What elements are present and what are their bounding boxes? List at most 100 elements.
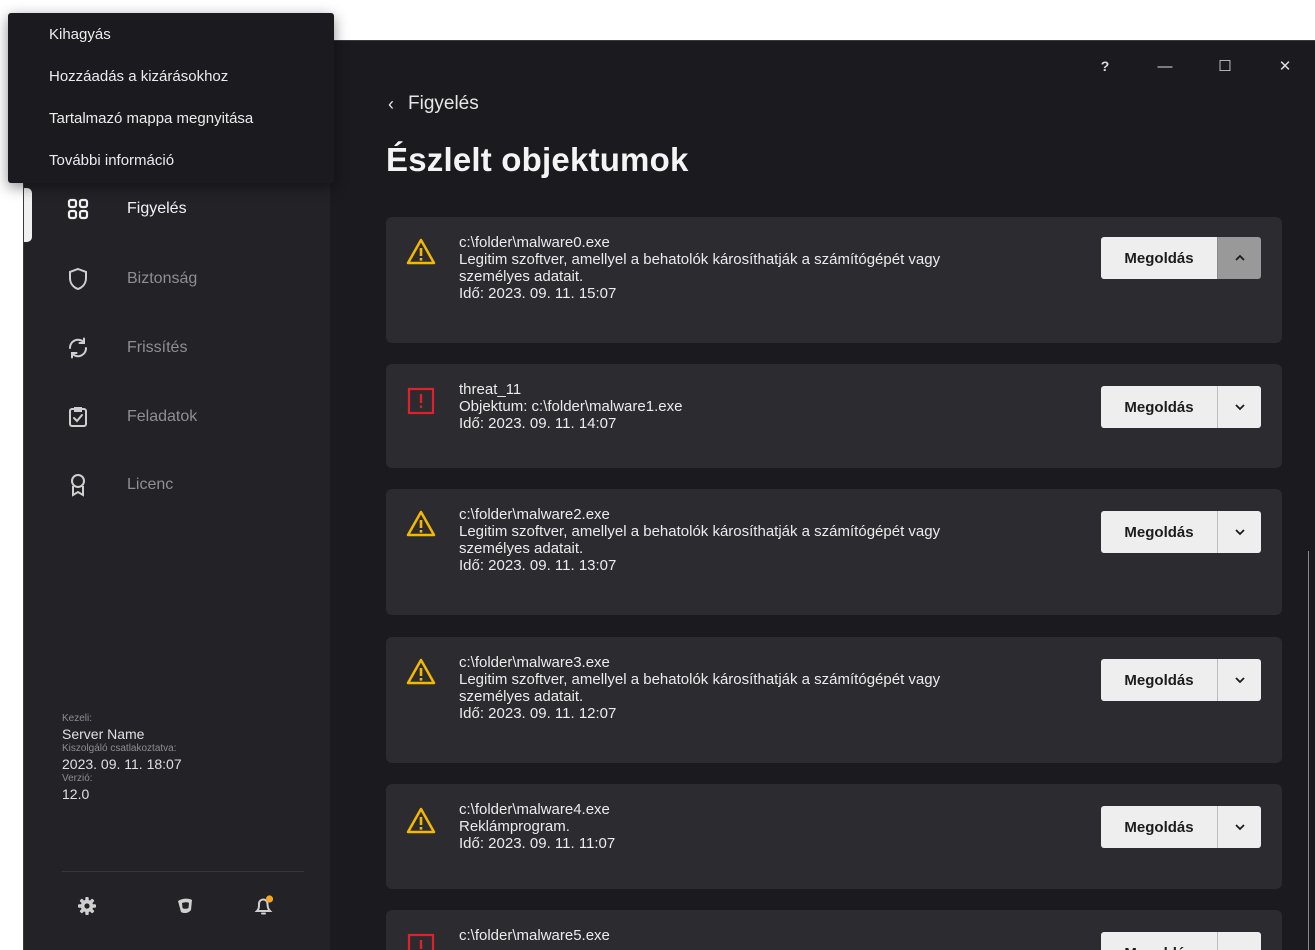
resolve-button[interactable]: Megoldás	[1101, 386, 1217, 428]
detection-card: c:\folder\malware4.exe Reklámprogram. Id…	[386, 784, 1282, 889]
notification-bell-icon[interactable]	[251, 893, 277, 919]
card-title: c:\folder\malware3.exe	[459, 654, 610, 671]
card-text: c:\folder\malware4.exe Reklámprogram. Id…	[459, 801, 1079, 852]
page-title: Észlelt objektumok	[386, 141, 689, 178]
card-text: c:\folder\malware0.exe Legitim szoftver,…	[459, 234, 1079, 302]
nav-label-feladatok: Feladatok	[127, 408, 198, 425]
resolve-button-group: Megoldás	[1101, 237, 1261, 279]
threat-icon	[406, 386, 436, 416]
warning-icon	[406, 509, 436, 539]
kaspersky-logo-icon[interactable]	[172, 893, 198, 919]
card-title: c:\folder\malware4.exe	[459, 801, 610, 818]
resolve-button-group: Megoldás	[1101, 659, 1261, 701]
connected-label: Kiszolgáló csatlakoztatva:	[62, 743, 177, 754]
back-label: Figyelés	[408, 93, 479, 114]
card-time: Idő: 2023. 09. 11. 15:07	[459, 285, 617, 302]
chevron-down-icon	[1234, 824, 1245, 831]
managed-by-label: Kezeli:	[62, 713, 93, 724]
resolve-menu-toggle[interactable]	[1217, 386, 1261, 428]
card-text: c:\folder\malware2.exe Legitim szoftver,…	[459, 506, 1079, 574]
nav-item-frissites[interactable]: Frissítés	[66, 328, 306, 368]
resolve-button-group: Megoldás	[1101, 806, 1261, 848]
card-text: c:\folder\malware3.exe Legitim szoftver,…	[459, 654, 1079, 722]
chevron-down-icon	[1234, 529, 1245, 536]
nav-label-licenc: Licenc	[127, 476, 174, 493]
detection-card: threat_11 Objektum: c:\folder\malware1.e…	[386, 364, 1282, 468]
detection-card: c:\folder\malware2.exe Legitim szoftver,…	[386, 489, 1282, 615]
card-text: c:\folder\malware5.exe	[459, 927, 1079, 944]
nav-item-figyeles[interactable]: Figyelés	[66, 189, 306, 229]
menu-item-open-containing-folder[interactable]: Tartalmazó mappa megnyitása	[8, 101, 334, 143]
minimize-button[interactable]: —	[1135, 51, 1195, 81]
maximize-button[interactable]: ☐	[1195, 51, 1255, 81]
version-label: Verzió:	[62, 773, 93, 784]
shield-icon	[66, 267, 90, 291]
server-info: Kezeli: Server Name Kiszolgáló csatlakoz…	[62, 713, 182, 803]
nav-label-figyeles: Figyelés	[127, 200, 187, 217]
card-line: személyes adatait.	[459, 688, 584, 705]
version-value: 12.0	[62, 786, 90, 802]
nav-label-biztonsag: Biztonság	[127, 270, 198, 287]
card-line: Legitim szoftver, amellyel a behatolók k…	[459, 251, 941, 268]
resolve-button[interactable]: Megoldás	[1101, 237, 1217, 279]
card-title: c:\folder\malware0.exe	[459, 234, 610, 251]
menu-item-skip[interactable]: Kihagyás	[8, 17, 334, 59]
card-line: személyes adatait.	[459, 540, 584, 557]
resolve-menu-toggle[interactable]	[1217, 511, 1261, 553]
managed-by-value: Server Name	[62, 726, 145, 742]
nav-item-licenc[interactable]: Licenc	[66, 465, 306, 505]
gear-icon[interactable]	[74, 893, 100, 919]
threat-icon	[406, 932, 436, 950]
nav-active-indicator	[24, 188, 32, 242]
close-button[interactable]: ✕	[1255, 51, 1315, 81]
help-button[interactable]: ?	[1075, 51, 1135, 81]
menu-item-add-to-exclusions[interactable]: Hozzáadás a kizárásokhoz	[8, 59, 334, 101]
resolve-button[interactable]: Megoldás	[1101, 806, 1217, 848]
resolve-button-group: Megoldás	[1101, 932, 1261, 950]
resolve-menu-toggle[interactable]	[1217, 237, 1261, 279]
menu-item-more-info[interactable]: További információ	[8, 143, 334, 185]
card-title: c:\folder\malware2.exe	[459, 506, 610, 523]
warning-icon	[406, 806, 436, 836]
warning-icon	[406, 657, 436, 687]
card-time: Idő: 2023. 09. 11. 13:07	[459, 557, 617, 574]
chevron-up-icon	[1234, 254, 1245, 261]
award-icon	[66, 473, 90, 497]
dashboard-icon	[66, 197, 90, 221]
resolve-menu-toggle[interactable]	[1217, 806, 1261, 848]
chevron-left-icon: ‹	[388, 93, 394, 114]
detection-card: c:\folder\malware0.exe Legitim szoftver,…	[386, 217, 1282, 343]
resolve-button-group: Megoldás	[1101, 511, 1261, 553]
window-controls: ? — ☐ ✕	[1075, 51, 1315, 81]
nav-item-biztonsag[interactable]: Biztonság	[66, 259, 306, 299]
connected-value: 2023. 09. 11. 18:07	[62, 756, 182, 772]
card-time: Idő: 2023. 09. 11. 12:07	[459, 705, 617, 722]
warning-icon	[406, 237, 436, 267]
card-time: Idő: 2023. 09. 11. 14:07	[459, 415, 617, 432]
card-title: c:\folder\malware5.exe	[459, 927, 610, 944]
clipboard-check-icon	[66, 405, 90, 429]
card-time: Idő: 2023. 09. 11. 11:07	[459, 835, 616, 852]
resolve-button[interactable]: Megoldás	[1101, 932, 1217, 950]
card-text: threat_11 Objektum: c:\folder\malware1.e…	[459, 381, 1079, 432]
refresh-icon	[66, 336, 90, 360]
card-line: Legitim szoftver, amellyel a behatolók k…	[459, 671, 941, 688]
card-line: Legitim szoftver, amellyel a behatolók k…	[459, 523, 941, 540]
resolve-button[interactable]: Megoldás	[1101, 511, 1217, 553]
chevron-down-icon	[1234, 404, 1245, 411]
back-link[interactable]: ‹ Figyelés	[388, 93, 479, 115]
card-line: Reklámprogram.	[459, 818, 570, 835]
card-title: threat_11	[459, 381, 522, 398]
detection-card: c:\folder\malware5.exe Megoldás	[386, 910, 1282, 950]
chevron-down-icon	[1234, 677, 1245, 684]
nav-item-feladatok[interactable]: Feladatok	[66, 397, 306, 437]
resolve-menu-toggle[interactable]	[1217, 659, 1261, 701]
scrollbar[interactable]	[1308, 551, 1315, 950]
resolve-button[interactable]: Megoldás	[1101, 659, 1217, 701]
resolve-menu-toggle[interactable]	[1217, 932, 1261, 950]
nav-label-frissites: Frissítés	[127, 339, 188, 356]
sidebar-divider	[62, 871, 304, 872]
detection-card: c:\folder\malware3.exe Legitim szoftver,…	[386, 637, 1282, 763]
context-menu: Kihagyás Hozzáadás a kizárásokhoz Tartal…	[8, 13, 334, 183]
card-line: Objektum: c:\folder\malware1.exe	[459, 398, 683, 415]
